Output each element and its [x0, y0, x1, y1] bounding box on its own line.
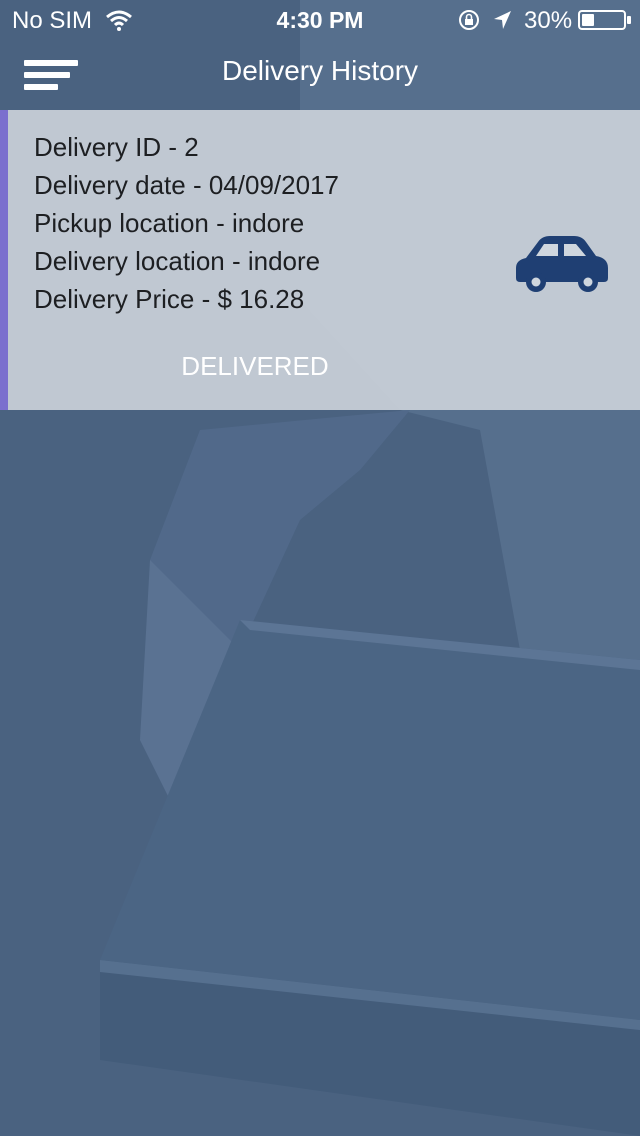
location-arrow-icon [494, 11, 511, 29]
orientation-lock-icon [459, 10, 479, 30]
delivery-status: DELIVERED [181, 351, 329, 381]
pickup-location: Pickup location - indore [34, 208, 305, 238]
battery-percent: 30% [524, 7, 573, 34]
battery-icon [578, 10, 631, 30]
navigation-bar: Delivery History [0, 40, 640, 110]
delivery-id: Delivery ID - 2 [34, 132, 199, 162]
delivery-date: Delivery date - 04/09/2017 [34, 170, 339, 200]
delivery-card[interactable]: Delivery ID - 2 Delivery date - 04/09/20… [0, 110, 640, 410]
delivery-history-screen: No SIM 4:30 PM 30% Delivery History Deli… [0, 0, 640, 1136]
status-bar: No SIM 4:30 PM 30% [0, 0, 640, 40]
car-icon [516, 236, 608, 292]
delivery-price: Delivery Price - $ 16.28 [34, 284, 305, 314]
page-title: Delivery History [221, 55, 419, 86]
delivery-location: Delivery location - indore [34, 246, 321, 276]
